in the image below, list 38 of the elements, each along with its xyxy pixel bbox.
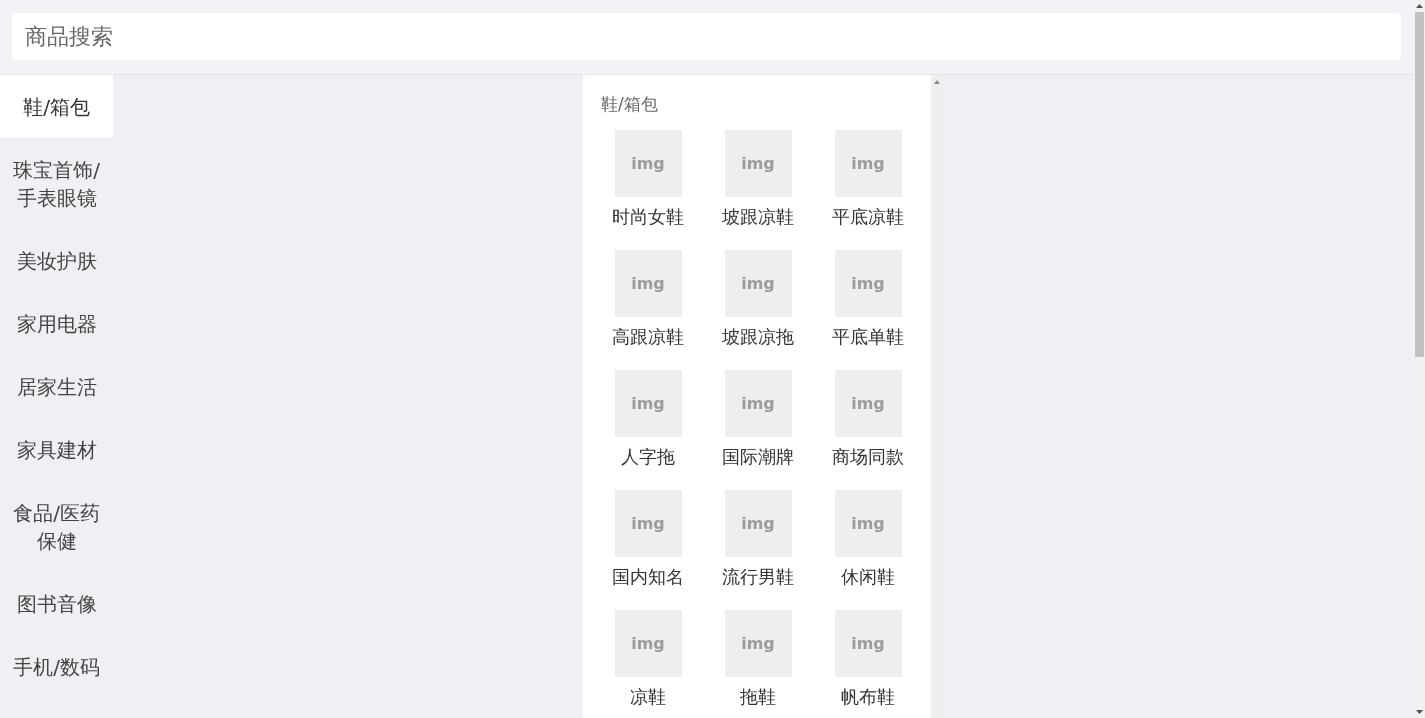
category-item[interactable]: 鞋/箱包 xyxy=(0,75,113,138)
thumbnail-text: img xyxy=(741,274,775,293)
product-name[interactable]: 人字拖 xyxy=(621,445,675,469)
thumbnail-text: img xyxy=(741,154,775,173)
product-name[interactable]: 国内知名 xyxy=(612,565,684,589)
thumbnail-text: img xyxy=(741,394,775,413)
thumbnail-text: img xyxy=(631,514,665,533)
product-name[interactable]: 凉鞋 xyxy=(630,685,666,709)
thumbnail-text: img xyxy=(851,634,885,653)
product-name[interactable]: 平底凉鞋 xyxy=(832,205,904,229)
product-name[interactable]: 帆布鞋 xyxy=(841,685,895,709)
product-name[interactable]: 平底单鞋 xyxy=(832,325,904,349)
thumbnail-text: img xyxy=(741,514,775,533)
thumbnail-text: img xyxy=(631,274,665,293)
product-name[interactable]: 休闲鞋 xyxy=(841,565,895,589)
product-name[interactable]: 坡跟凉鞋 xyxy=(722,205,794,229)
product-name[interactable]: 时尚女鞋 xyxy=(612,205,684,229)
product-name[interactable]: 商场同款 xyxy=(832,445,904,469)
scroll-up-arrow-icon[interactable] xyxy=(934,80,940,84)
search-field[interactable]: 商品搜索 xyxy=(12,13,1401,60)
product-name[interactable]: 坡跟凉拖 xyxy=(722,325,794,349)
thumbnail-text: img xyxy=(851,514,885,533)
panel-scrollbar[interactable] xyxy=(931,75,943,718)
product-name[interactable]: 高跟凉鞋 xyxy=(612,325,684,349)
thumbnail-text: img xyxy=(851,394,885,413)
thumbnail-text: img xyxy=(631,394,665,413)
scrollbar-thumb[interactable] xyxy=(1414,12,1424,357)
thumbnail-text: img xyxy=(631,634,665,653)
scroll-up-arrow-icon[interactable] xyxy=(1415,4,1423,8)
product-name[interactable]: 流行男鞋 xyxy=(722,565,794,589)
panel-title: 鞋/箱包 xyxy=(600,93,659,115)
scroll-down-arrow-icon[interactable] xyxy=(1415,710,1423,714)
product-name[interactable]: 拖鞋 xyxy=(740,685,776,709)
thumbnail-text: img xyxy=(851,274,885,293)
thumbnail-text: img xyxy=(631,154,665,173)
product-name[interactable]: 国际潮牌 xyxy=(722,445,794,469)
thumbnail-text: img xyxy=(741,634,775,653)
thumbnail-text: img xyxy=(851,154,885,173)
